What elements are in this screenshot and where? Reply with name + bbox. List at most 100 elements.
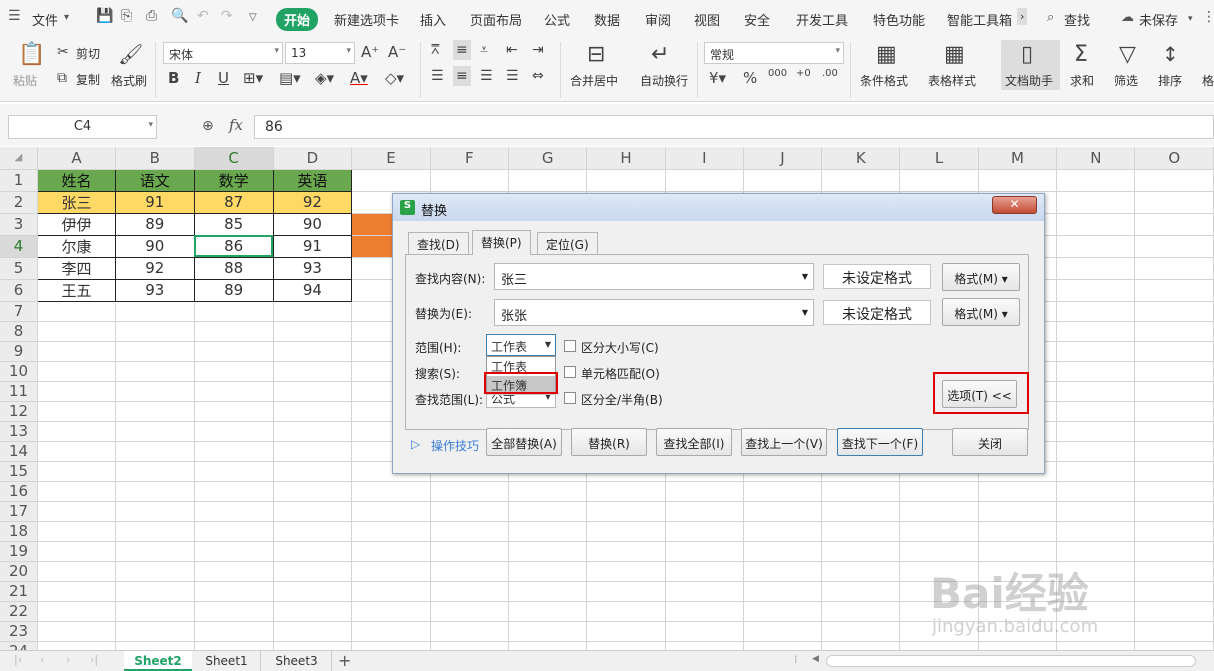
cell[interactable] <box>430 169 509 192</box>
cell[interactable] <box>978 481 1058 502</box>
cell[interactable] <box>37 581 116 602</box>
cell[interactable] <box>194 481 274 502</box>
cell[interactable] <box>821 641 901 650</box>
cell[interactable] <box>586 641 666 650</box>
cell[interactable] <box>194 581 274 602</box>
cell[interactable] <box>508 541 588 562</box>
dialog-titlebar[interactable]: S 替换 ✕ <box>393 194 1044 221</box>
replace-all-button[interactable]: 全部替换(A) <box>486 428 562 456</box>
cell[interactable] <box>1134 501 1214 522</box>
cell[interactable] <box>821 169 901 192</box>
cell[interactable] <box>194 321 274 342</box>
cell[interactable]: 88 <box>193 256 274 280</box>
cell[interactable]: 91 <box>114 190 195 214</box>
merge-center-button[interactable]: 合并居中 <box>570 72 618 89</box>
cell[interactable] <box>351 169 431 192</box>
cell-style-icon[interactable]: ▤▾ <box>279 69 301 87</box>
cell[interactable] <box>899 521 979 542</box>
cut-button[interactable]: 剪切 <box>76 45 100 62</box>
cell[interactable] <box>273 301 353 322</box>
cell[interactable] <box>665 169 744 192</box>
cell[interactable] <box>586 561 666 582</box>
row-header[interactable]: 23 <box>0 621 39 642</box>
cell[interactable] <box>194 641 274 650</box>
doc-helper-icon[interactable]: ▯ <box>1021 42 1033 67</box>
row-header[interactable]: 24 <box>0 641 39 650</box>
cell[interactable] <box>351 501 431 522</box>
cell[interactable] <box>586 581 666 602</box>
cell[interactable] <box>978 641 1058 650</box>
row-header[interactable]: 2 <box>0 191 39 214</box>
cell[interactable] <box>430 641 509 650</box>
more-tabs-button[interactable]: › <box>1017 8 1028 25</box>
cell[interactable] <box>821 601 901 622</box>
cell[interactable] <box>978 501 1058 522</box>
column-header[interactable]: A <box>37 147 116 170</box>
row-header[interactable]: 6 <box>0 279 39 302</box>
cell[interactable] <box>743 621 823 642</box>
scroll-left-icon[interactable]: ◀ <box>812 654 819 664</box>
align-top-icon[interactable]: ⩞ <box>431 42 440 58</box>
cell[interactable] <box>899 541 979 562</box>
distribute-icon[interactable]: ⇔ <box>532 68 544 84</box>
cell[interactable] <box>1134 191 1214 214</box>
cell[interactable] <box>665 561 744 582</box>
column-header[interactable]: K <box>821 147 901 170</box>
column-header[interactable]: C <box>194 147 274 170</box>
cell[interactable] <box>1056 501 1136 522</box>
cell[interactable] <box>273 461 353 482</box>
cell[interactable] <box>194 401 274 422</box>
cell[interactable] <box>273 641 353 650</box>
align-center-icon[interactable]: ≡ <box>453 66 471 86</box>
currency-icon[interactable]: ¥▾ <box>709 69 726 87</box>
undo-icon[interactable]: ↶ <box>197 8 209 24</box>
cell[interactable] <box>1056 541 1136 562</box>
cell[interactable] <box>1056 521 1136 542</box>
cell[interactable]: 尔康 <box>37 234 116 258</box>
formula-input[interactable]: 86 <box>254 115 1214 139</box>
find-all-button[interactable]: 查找全部(I) <box>656 428 732 456</box>
cell[interactable] <box>115 561 195 582</box>
column-header[interactable]: L <box>899 147 979 170</box>
cell[interactable]: 93 <box>114 278 195 302</box>
thousands-icon[interactable]: 000 <box>768 68 787 79</box>
cell[interactable] <box>273 601 353 622</box>
cell[interactable] <box>351 541 431 562</box>
cell[interactable] <box>1134 601 1214 622</box>
cell[interactable] <box>273 481 353 502</box>
cell[interactable] <box>743 481 823 502</box>
cell[interactable] <box>37 341 116 362</box>
cell[interactable] <box>273 401 353 422</box>
find-next-button[interactable]: 查找下一个(F) <box>837 428 923 456</box>
cell[interactable] <box>665 601 744 622</box>
tips-link[interactable]: 操作技巧 <box>431 437 479 454</box>
cell[interactable] <box>665 541 744 562</box>
cell[interactable] <box>351 621 431 642</box>
tab-find[interactable]: 查找(D) <box>408 232 469 254</box>
cell[interactable] <box>194 421 274 442</box>
table-style-icon[interactable]: ▦ <box>944 42 965 67</box>
replace-button[interactable]: 替换(R) <box>571 428 647 456</box>
format-painter-button[interactable]: 格式刷 <box>111 72 147 89</box>
font-name-select[interactable]: 宋体 ▾ <box>163 42 283 64</box>
cell[interactable] <box>899 501 979 522</box>
cell[interactable] <box>115 481 195 502</box>
cell[interactable] <box>508 581 588 602</box>
select-all-corner[interactable]: ◢ <box>0 147 39 170</box>
cell[interactable] <box>586 481 666 502</box>
cell[interactable] <box>115 641 195 650</box>
scissors-icon[interactable]: ✂ <box>57 44 69 60</box>
cell[interactable] <box>115 301 195 322</box>
sheet-tab[interactable]: Sheet3 <box>262 651 332 671</box>
cell[interactable] <box>821 481 901 502</box>
cell[interactable] <box>273 621 353 642</box>
cell[interactable] <box>821 521 901 542</box>
cell[interactable] <box>1134 421 1214 442</box>
cell[interactable] <box>430 521 509 542</box>
cell[interactable] <box>351 641 431 650</box>
cell[interactable] <box>115 381 195 402</box>
table-style-button[interactable]: 表格样式 <box>928 72 976 89</box>
cell[interactable] <box>1134 541 1214 562</box>
column-header[interactable]: D <box>273 147 353 170</box>
cell[interactable] <box>430 601 509 622</box>
